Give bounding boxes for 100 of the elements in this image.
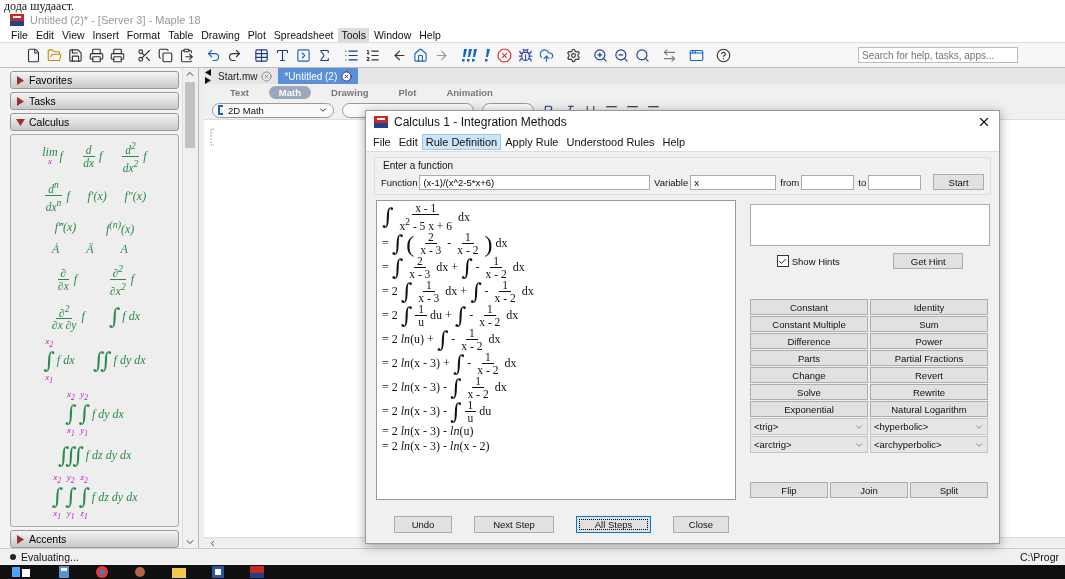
text-icon[interactable] — [275, 47, 290, 63]
rule-button[interactable]: Rewrite — [870, 384, 988, 400]
rule-button[interactable]: Natural Logarithm — [870, 401, 988, 417]
scroll-left-icon[interactable] — [208, 538, 217, 548]
rule-button[interactable]: Change — [750, 367, 868, 383]
printer-icon[interactable] — [110, 47, 125, 63]
rule-button[interactable]: Parts — [750, 350, 868, 366]
palette-item[interactable]: d$^{2}$ dx$^{2}$ f — [119, 139, 147, 174]
palette-item[interactable]: f‴(x) — [54, 220, 77, 236]
scrollbar-thumb[interactable] — [185, 82, 196, 148]
window-icon[interactable] — [689, 47, 704, 63]
input-field[interactable] — [801, 174, 855, 190]
exclamation-icon[interactable] — [484, 48, 491, 62]
palette-header[interactable]: Favorites — [10, 71, 179, 89]
tab-scroll-arrows-icon[interactable] — [204, 68, 212, 84]
calculator-icon[interactable] — [58, 566, 70, 578]
rule-button[interactable]: Constant Multiple — [750, 316, 868, 332]
rule-button[interactable]: Partial Fractions — [870, 350, 988, 366]
get-hint-button[interactable]: Get Hint — [893, 253, 964, 269]
rule-dropdown[interactable]: <trig> — [750, 418, 868, 435]
folder-icon[interactable] — [172, 566, 186, 578]
menu-item[interactable]: Window — [370, 28, 415, 42]
mode-tab[interactable]: Drawing — [321, 86, 379, 99]
step-button[interactable]: Close — [673, 516, 729, 533]
rule-button[interactable]: Constant — [750, 299, 868, 315]
swap-icon[interactable] — [662, 47, 677, 63]
palette-item[interactable]: Ȧ — [51, 242, 60, 258]
edit-button[interactable]: Split — [910, 482, 988, 498]
palette-item[interactable]: ∂$^{2}$ ∂x$^{2}$ f — [107, 263, 134, 297]
menu-item[interactable]: Spreadsheet — [270, 28, 337, 42]
start-button[interactable]: Start — [933, 174, 984, 190]
rule-button[interactable]: Sum — [870, 316, 988, 332]
new-file-icon[interactable] — [26, 47, 41, 63]
table-icon[interactable] — [254, 47, 269, 63]
step-button[interactable]: Undo — [394, 516, 452, 533]
palette-header[interactable]: Calculus — [10, 113, 179, 131]
search-icon[interactable] — [635, 47, 650, 63]
rule-button[interactable]: Power — [870, 333, 988, 349]
checkbox[interactable] — [776, 255, 789, 267]
input-field[interactable]: x — [690, 174, 777, 190]
rule-dropdown[interactable]: <hyperbolic> — [870, 418, 988, 435]
palette-item[interactable]: f′(x) — [87, 188, 107, 204]
palette-header[interactable]: Tasks — [10, 92, 179, 110]
close-icon[interactable] — [977, 115, 991, 129]
menu-item[interactable]: Help — [416, 28, 444, 42]
outdent-icon[interactable] — [365, 47, 380, 63]
palette-item[interactable]: x$_{2}$ ∫ x$_{1}$ f dx — [43, 337, 75, 385]
help-icon[interactable] — [716, 47, 731, 63]
prompt-icon[interactable] — [296, 47, 311, 63]
rule-dropdown[interactable]: <archyperbolic> — [870, 436, 988, 453]
zoom-out-icon[interactable] — [614, 47, 629, 63]
indent-icon[interactable] — [344, 47, 359, 63]
triple-exclamation-icon[interactable] — [461, 48, 478, 62]
undo-icon[interactable] — [206, 47, 221, 63]
mode-tab[interactable]: Animation — [436, 86, 503, 99]
menu-item[interactable]: Insert — [89, 28, 122, 42]
close-icon[interactable] — [341, 70, 353, 82]
edit-button[interactable]: Flip — [750, 482, 828, 498]
cut-icon[interactable] — [137, 47, 152, 63]
menu-item[interactable]: Format — [123, 28, 164, 42]
menu-item[interactable]: Understood Rules — [562, 134, 659, 150]
arrow-right-icon[interactable] — [434, 47, 449, 63]
palette-item[interactable]: f$^{(n)}$(x) — [106, 218, 135, 237]
input-field[interactable] — [868, 174, 922, 190]
edit-button[interactable]: Join — [830, 482, 908, 498]
stop-icon[interactable] — [497, 47, 512, 63]
mode-tab[interactable]: Text — [220, 86, 259, 99]
bug-icon[interactable] — [518, 47, 533, 63]
rule-dropdown[interactable]: <arctrig> — [750, 436, 868, 453]
palette-item[interactable]: Ä — [86, 242, 94, 258]
menu-item[interactable]: Drawing — [198, 28, 243, 42]
menu-item[interactable]: Edit — [32, 28, 57, 42]
rule-button[interactable]: Exponential — [750, 401, 868, 417]
menu-item[interactable]: Plot — [244, 28, 269, 42]
menu-item[interactable]: Apply Rule — [501, 134, 563, 150]
gear-icon[interactable] — [566, 47, 581, 63]
paste-icon[interactable] — [179, 47, 194, 63]
input-field[interactable]: (x-1)/(x^2-5*x+6) — [419, 174, 651, 190]
menu-item[interactable]: File — [369, 134, 395, 150]
home-icon[interactable] — [413, 47, 428, 63]
menu-item[interactable]: Table — [165, 28, 197, 42]
menu-item[interactable]: File — [8, 28, 31, 42]
mode-tab[interactable]: Plot — [388, 86, 427, 99]
zoom-in-icon[interactable] — [593, 47, 608, 63]
menu-item[interactable]: Tools — [338, 28, 369, 42]
menu-item[interactable]: View — [59, 28, 88, 42]
save-icon[interactable] — [68, 47, 83, 63]
menu-item[interactable]: Help — [658, 134, 690, 150]
palette-header[interactable]: Accents — [10, 530, 179, 548]
palette-item[interactable]: x$_{2}$ ∫ x$_{1}$ y$_{2}$ ∫ y$_{1}$ f dy dx — [65, 390, 124, 438]
printer-icon[interactable] — [89, 47, 104, 63]
palette-item[interactable]: A⃛ — [120, 242, 138, 258]
palette-item[interactable]: x$_{2}$ ∫ x$_{1}$ y$_{2}$ ∫ y$_{1}$ z$_{2}$ ∫ z$_{1}$ f dz dy dx — [51, 473, 138, 522]
step-button[interactable]: Next Step — [474, 516, 554, 533]
copy-icon[interactable] — [158, 47, 173, 63]
browser-icon[interactable] — [96, 566, 108, 578]
rule-button[interactable]: Revert — [870, 367, 988, 383]
windows-logo-icon[interactable] — [12, 567, 32, 577]
search-field[interactable]: Search for help, tasks, apps... — [858, 47, 1018, 63]
redo-icon[interactable] — [227, 47, 242, 63]
